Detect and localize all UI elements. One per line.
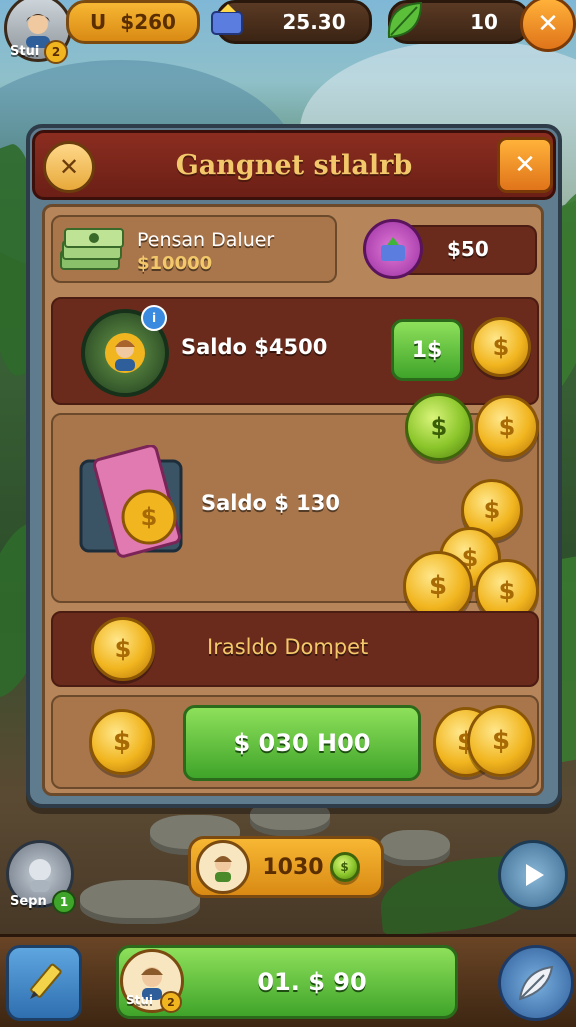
feather-icon	[518, 965, 554, 1001]
next-button[interactable]	[498, 840, 568, 910]
gem-balance-value: $50	[447, 237, 489, 261]
bottom-player-level: 2	[167, 995, 175, 1009]
saldo-1-button-label: 1$	[411, 337, 443, 363]
quill-button[interactable]	[498, 945, 574, 1021]
back-icon: ✕	[58, 153, 80, 181]
svg-text:$: $	[141, 503, 158, 531]
saldo-1-label: Saldo $4500	[181, 335, 328, 359]
reward-value: 1030	[262, 854, 324, 880]
play-icon	[526, 864, 544, 886]
coin-icon: $	[475, 395, 539, 459]
saldo-row-1: i Saldo $4500 1$ $	[51, 297, 539, 405]
cash-label: Pensan Daluer	[137, 229, 275, 251]
panel-close-button[interactable]: ✕	[497, 137, 553, 193]
confirm-amount-label: $ 030 H00	[233, 729, 371, 757]
wallet-panel: ✕ Gangnet stlalrb ✕ Pensan Daluer $10000…	[26, 124, 562, 808]
action-row: $ $ 030 H00 $ $	[51, 695, 539, 789]
cash-row: Pensan Daluer $10000	[51, 215, 337, 283]
saldo-2-label: Saldo $ 130	[201, 491, 341, 515]
top-close-button[interactable]: ✕	[520, 0, 576, 52]
close-icon: ✕	[514, 150, 536, 180]
gems-value: 25.30	[282, 10, 346, 34]
reward-avatar	[196, 840, 250, 894]
panel-header: ✕ Gangnet stlalrb ✕	[32, 130, 556, 200]
panel-body: Pensan Daluer $10000 $50 i Saldo $4500 1…	[42, 204, 544, 796]
leaves-value: 10	[470, 10, 498, 34]
green-coin-icon: $	[405, 393, 473, 461]
bottom-bar: 01. $ 90 Stui 2	[0, 934, 576, 1027]
balance-value: 01. $ 90	[257, 968, 367, 996]
gem-box-icon	[206, 0, 250, 40]
avatar	[29, 859, 51, 892]
transfer-row[interactable]: $ Irasldo Dompet	[51, 611, 539, 687]
card-icon: $	[79, 445, 199, 565]
edit-button[interactable]	[6, 945, 82, 1021]
leaf-icon	[382, 0, 426, 44]
close-icon: ✕	[537, 9, 559, 39]
green-coin-icon: $	[329, 852, 360, 882]
player-name: Stui	[10, 44, 40, 59]
coin-icon: $	[89, 709, 155, 775]
coins-prefix: U	[90, 10, 107, 34]
friend-level: 1	[59, 895, 69, 909]
confirm-amount-button[interactable]: $ 030 H00	[183, 705, 421, 781]
coin-icon: $	[471, 317, 531, 377]
friend-name: Sepn	[10, 894, 47, 909]
friend-level-badge: 1	[52, 890, 76, 914]
saldo-1-button[interactable]: 1$	[391, 319, 463, 381]
info-icon[interactable]: i	[141, 305, 167, 331]
bottom-player-name: Stui	[126, 993, 154, 1007]
cash-value: $10000	[137, 253, 213, 274]
panel-title: Gangnet stlalrb	[175, 149, 413, 181]
bottom-player-level-badge: 2	[160, 991, 182, 1013]
transfer-label: Irasldo Dompet	[207, 635, 369, 659]
coins-counter[interactable]: U $260	[66, 0, 200, 44]
coin-icon: $	[91, 617, 155, 681]
coin-icon: $	[467, 705, 535, 777]
gem-box-icon	[363, 219, 423, 279]
player-level: 2	[51, 45, 61, 59]
coins-value: $260	[120, 10, 176, 34]
pencil-icon	[30, 963, 62, 999]
panel-back-button[interactable]: ✕	[43, 141, 95, 193]
cash-stack-icon	[57, 223, 127, 275]
player-level-badge: 2	[44, 40, 68, 64]
